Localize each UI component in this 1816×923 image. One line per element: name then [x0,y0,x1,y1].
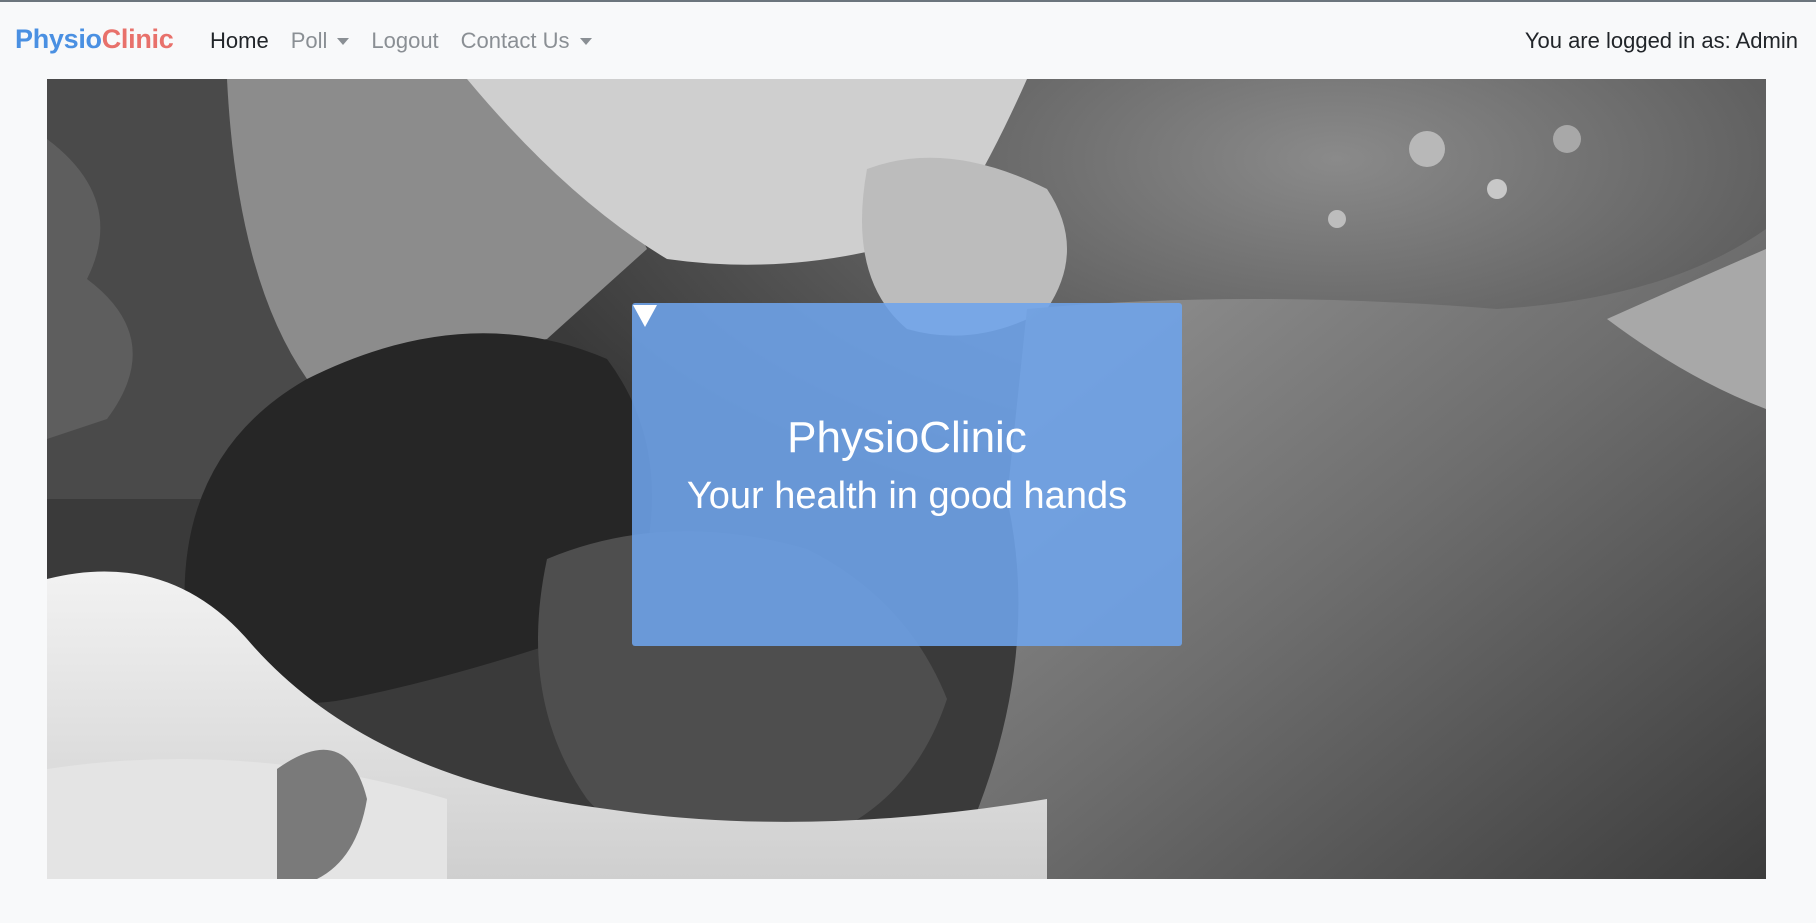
hero-banner: PhysioClinic Your health in good hands [47,79,1766,879]
nav-home-label: Home [210,28,269,53]
nav-logout[interactable]: Logout [371,28,438,54]
caret-down-icon [579,37,592,45]
nav-logout-label: Logout [371,28,439,53]
brand-part-clinic: Clinic [101,24,174,54]
nav-poll-label: Poll [290,28,328,53]
caret-down-icon [337,37,350,45]
hero-title: PhysioClinic [787,413,1027,462]
navbar: PhysioClinic Home Poll Logout Contact Us… [0,2,1816,78]
hero-overlay-card: PhysioClinic Your health in good hands [632,303,1182,646]
brand-logo[interactable]: PhysioClinic [15,24,174,55]
logged-in-user-status: You are logged in as: Admin [1524,28,1798,53]
triangle-down-icon[interactable] [632,303,658,329]
nav-home[interactable]: Home [210,28,269,54]
brand-part-physio: Physio [15,24,102,54]
nav-contact-dropdown[interactable]: Contact Us [461,28,592,54]
nav-menu: Home Poll Logout Contact Us [210,28,614,54]
nav-contact-label: Contact Us [460,28,570,53]
hero-tagline: Your health in good hands [686,475,1128,517]
nav-poll-dropdown[interactable]: Poll [291,28,350,54]
